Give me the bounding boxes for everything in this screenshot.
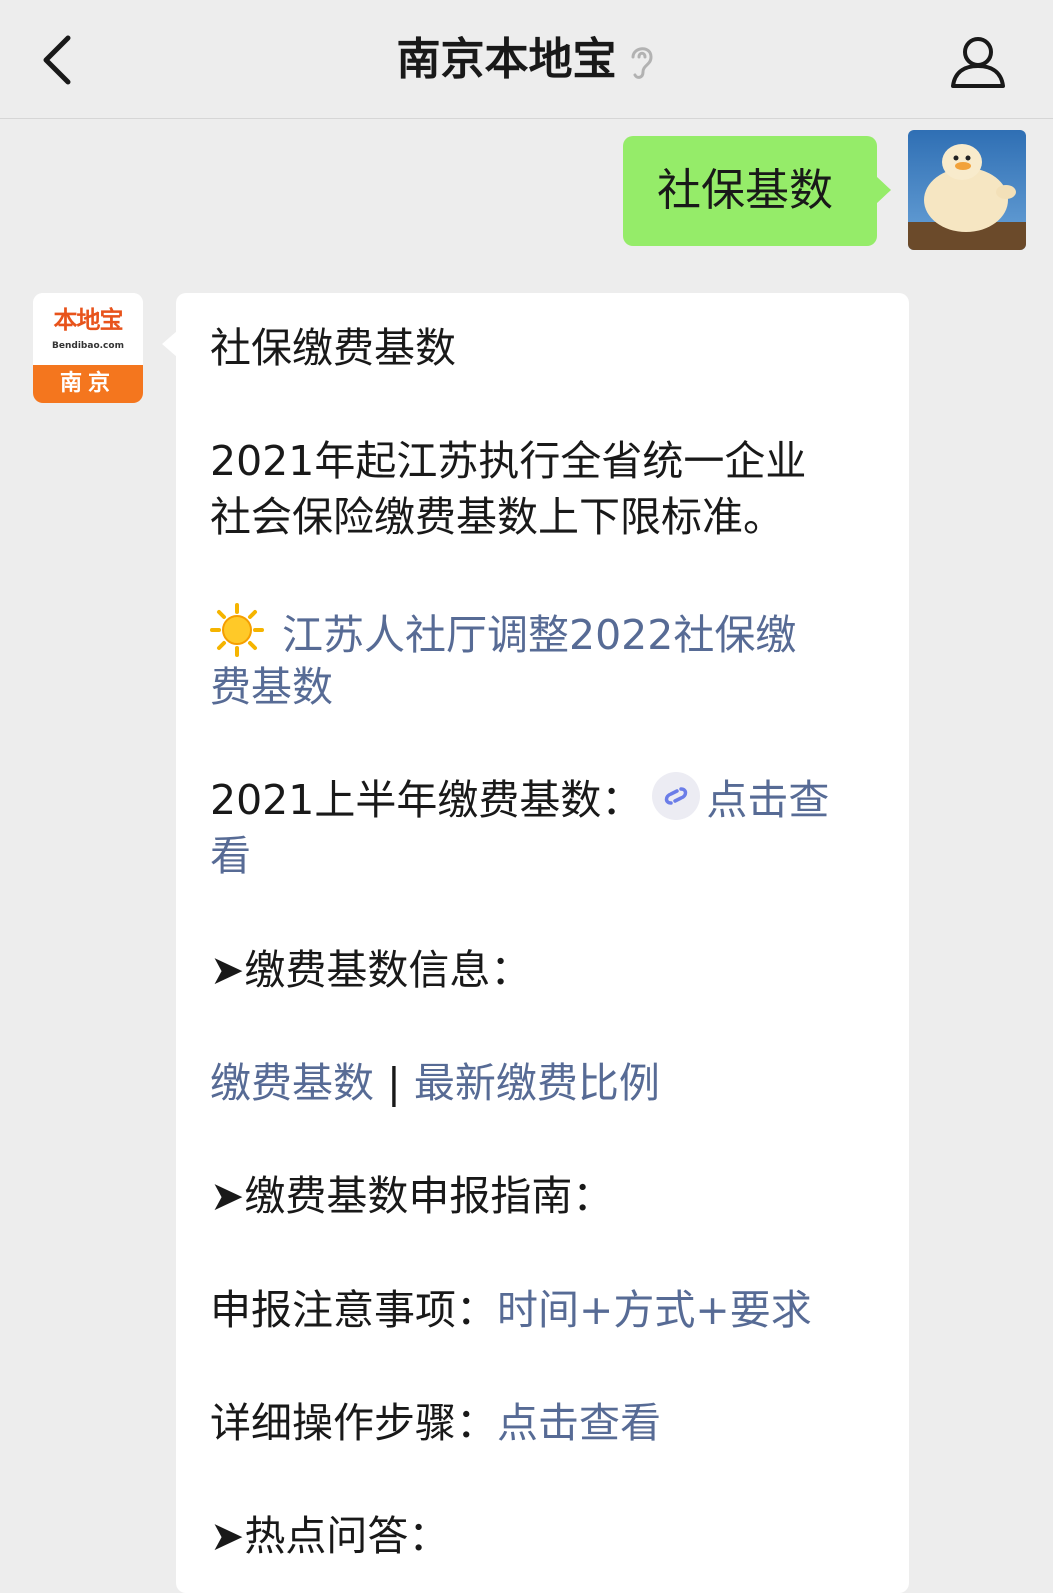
- notes-link[interactable]: 时间+方式+要求: [497, 1286, 812, 1334]
- logo-url: Bendibao.com: [52, 341, 124, 351]
- ear-icon: [631, 47, 653, 79]
- bot-avatar-logo[interactable]: 本地宝 Bendibao.com 南京: [33, 293, 143, 403]
- notes-label: 申报注意事项：: [210, 1286, 497, 1334]
- chat-title-text: 南京本地宝: [396, 34, 617, 85]
- bot-message-bubble: 社保缴费基数 2021年起江苏执行全省统一企业 社会保险缴费基数上下限标准。 江…: [162, 293, 909, 1593]
- mini-program-link-icon: [652, 772, 701, 820]
- steps-label: 详细操作步骤：: [210, 1399, 497, 1447]
- section-info-heading: ➤缴费基数信息：: [210, 946, 532, 994]
- user-message-text: 社保基数: [657, 165, 833, 216]
- profile-icon[interactable]: [949, 32, 1007, 90]
- latest-ratio-link[interactable]: 最新缴费比例: [414, 1059, 660, 1107]
- h1-base-label: 2021上半年缴费基数：: [210, 776, 643, 824]
- section-guide-heading: ➤缴费基数申报指南：: [210, 1172, 614, 1220]
- adjust-2022-link-cont[interactable]: 费基数: [210, 663, 333, 711]
- h1-base-link-cont[interactable]: 看: [210, 832, 251, 880]
- section-hot-heading: ➤热点问答：: [210, 1512, 450, 1560]
- adjust-link-line-2: 费基数: [210, 659, 333, 715]
- h1-base-line-2: 看: [210, 828, 251, 884]
- info-links-line: 缴费基数 | 最新缴费比例: [210, 1055, 660, 1111]
- steps-link[interactable]: 点击查看: [497, 1399, 661, 1447]
- adjust-2022-link[interactable]: 江苏人社厅调整2022社保缴: [282, 611, 796, 659]
- sun-icon: [210, 603, 264, 657]
- user-avatar[interactable]: [908, 130, 1026, 250]
- intro-line-2: 社会保险缴费基数上下限标准。: [210, 493, 784, 541]
- intro-line-1: 2021年起江苏执行全省统一企业: [210, 437, 807, 485]
- logo-name: 本地宝: [53, 306, 124, 334]
- message-title: 社保缴费基数: [210, 324, 456, 372]
- h1-base-line-1: 2021上半年缴费基数： 点击查: [210, 772, 829, 828]
- logo-city: 南京: [33, 365, 143, 403]
- user-message-bubble[interactable]: 社保基数: [623, 136, 891, 246]
- chat-title: 南京本地宝: [0, 28, 1053, 92]
- adjust-link-line-1: 江苏人社厅调整2022社保缴: [210, 603, 796, 663]
- notes-line: 申报注意事项：时间+方式+要求: [210, 1282, 812, 1338]
- nav-bar: 南京本地宝: [0, 0, 1053, 119]
- user-avatar-image: [908, 130, 1026, 250]
- base-link[interactable]: 缴费基数: [210, 1059, 374, 1107]
- steps-line: 详细操作步骤：点击查看: [210, 1395, 661, 1451]
- link-separator: |: [374, 1059, 414, 1107]
- h1-base-link[interactable]: 点击查: [706, 776, 829, 824]
